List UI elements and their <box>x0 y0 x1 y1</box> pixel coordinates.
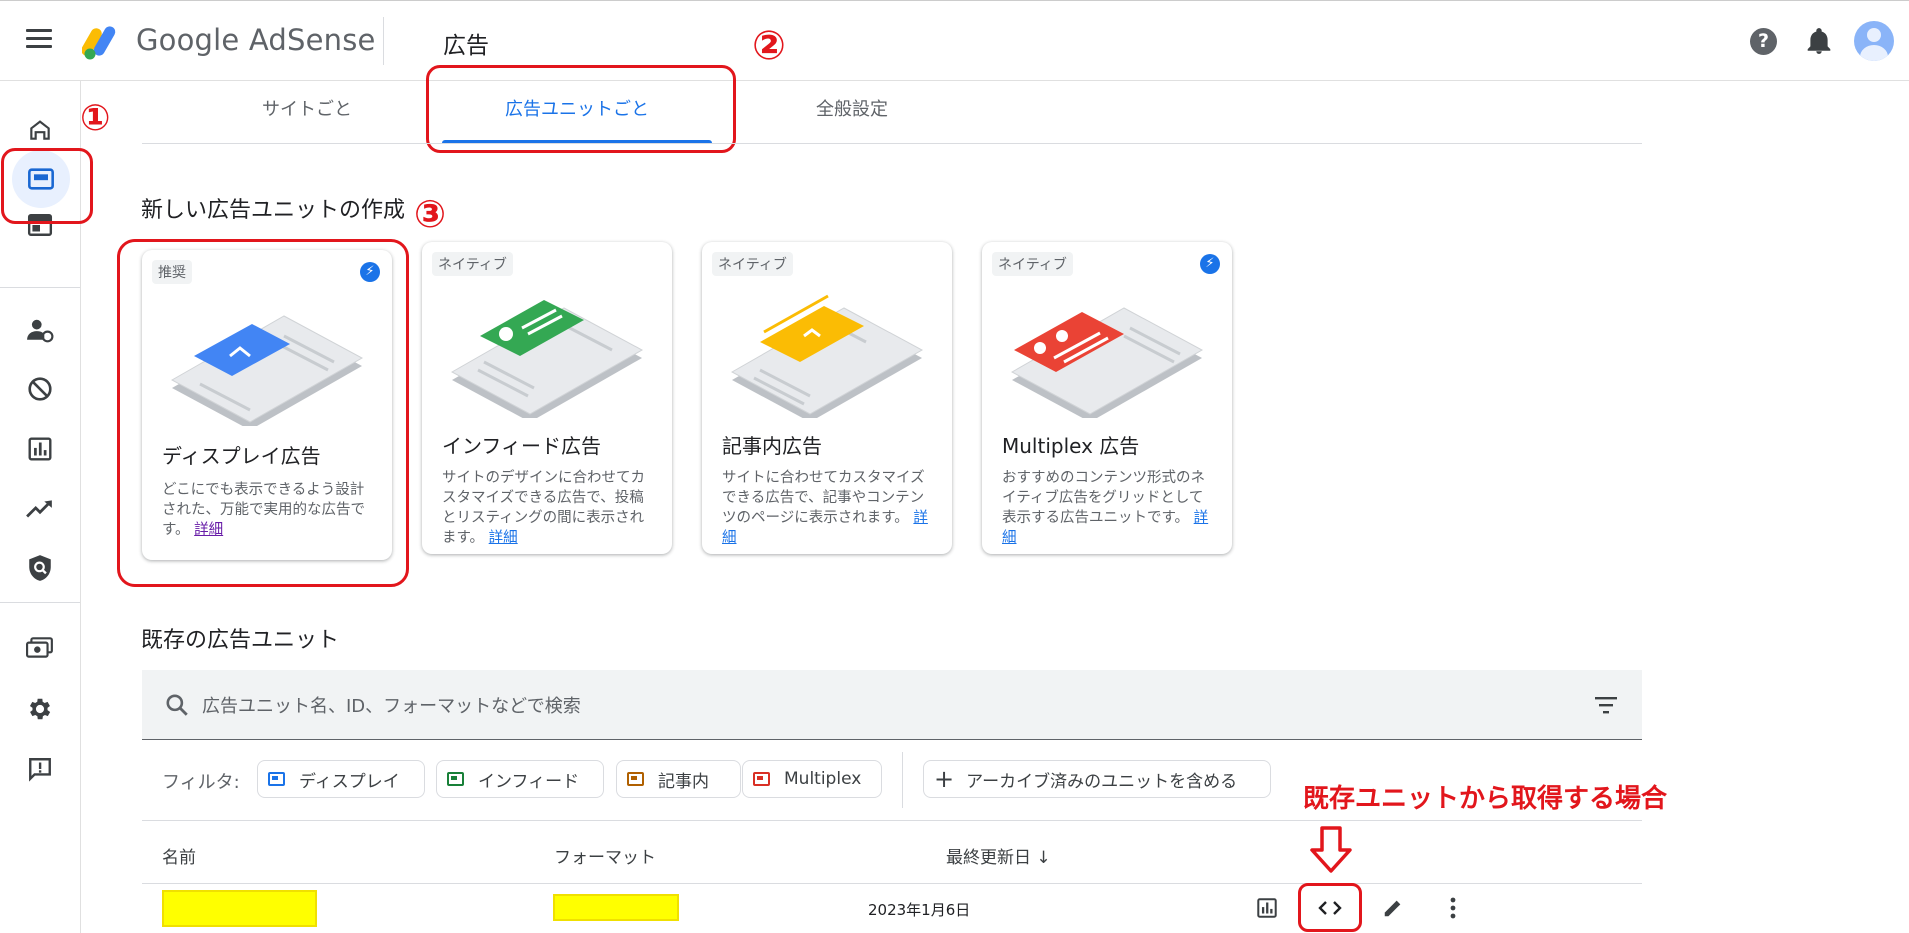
filter-list-icon[interactable] <box>1594 695 1618 715</box>
infeed-format-icon <box>447 772 464 786</box>
chip-divider <box>902 752 903 808</box>
card-description: どこにでも表示できるよう設計された、万能で実用的な広告です。 詳細 <box>162 482 365 538</box>
chip-label: ディスプレイ <box>299 771 400 792</box>
brand-safety-icon[interactable] <box>20 548 60 588</box>
chip-label: アーカイブ済みのユニットを含める <box>966 771 1238 792</box>
card-infeed-ad[interactable]: ネイティブ インフィード広告 サイトのデザインに合わせてカスタマイズできる広告で… <box>422 242 672 554</box>
card-badge: ネイティブ <box>992 252 1073 276</box>
table-header: 名前 フォーマット 最終更新日 ↓ <box>142 820 1642 884</box>
last-updated-date: 2023年1月6日 <box>868 901 971 919</box>
card-title: インフィード広告 <box>442 434 601 458</box>
card-display-ad[interactable]: 推奨 ⚡ ディスプレイ広告 どこにでも表示できるよう設計された、万能で実用的な広… <box>142 250 392 560</box>
page-title: 広告 <box>443 33 489 59</box>
payments-icon[interactable] <box>20 628 60 668</box>
chip-label: Multiplex <box>784 769 862 789</box>
tab-bar: サイトごと 広告ユニットごと 全般設定 <box>142 81 1642 144</box>
notifications-icon[interactable] <box>1806 27 1832 55</box>
display-ad-illustration-icon <box>170 315 364 426</box>
bolt-icon: ⚡ <box>360 262 380 282</box>
chip-include-archived[interactable]: + アーカイブ済みのユニットを含める <box>923 760 1271 798</box>
card-multiplex-ad[interactable]: ネイティブ ⚡ Multiplex 広告 おすすめのコンテンツ形式のネイティブ広… <box>982 242 1232 554</box>
trending-icon[interactable] <box>20 489 60 529</box>
column-format[interactable]: フォーマット <box>554 843 656 868</box>
ad-unit-search[interactable]: 広告ユニット名、ID、フォーマットなどで検索 <box>142 670 1642 740</box>
redacted-format <box>553 894 679 921</box>
search-input[interactable]: 広告ユニット名、ID、フォーマットなどで検索 <box>202 692 581 718</box>
top-app-bar: Google AdSense 広告 ? <box>0 0 1909 81</box>
existing-section-title: 既存の広告ユニット <box>141 628 340 653</box>
column-name[interactable]: 名前 <box>162 843 196 868</box>
add-icon: + <box>934 765 955 793</box>
card-title: ディスプレイ広告 <box>162 444 321 468</box>
card-badge: ネイティブ <box>712 252 793 276</box>
tab-by-site[interactable]: サイトごと <box>242 81 372 143</box>
annotation-step-1: ① <box>80 98 111 139</box>
card-description: おすすめのコンテンツ形式のネイティブ広告をグリッドとして表示する広告ユニットです… <box>1002 470 1209 546</box>
column-last-updated[interactable]: 最終更新日 ↓ <box>946 843 1051 868</box>
block-icon[interactable] <box>20 369 60 409</box>
in-article-ad-illustration-icon <box>730 294 924 418</box>
card-description: サイトに合わせてカスタマイズできる広告で、記事やコンテンツのページに表示されます… <box>722 470 928 546</box>
avatar[interactable] <box>1854 21 1894 61</box>
annotation-step-3: ③ <box>414 192 447 236</box>
tab-global-settings[interactable]: 全般設定 <box>782 81 922 143</box>
table-row[interactable]: 2023年1月6日 <box>142 884 1642 933</box>
search-icon <box>166 694 188 716</box>
chip-in-article[interactable]: 記事内 <box>616 760 741 798</box>
annotation-box-sidebar <box>1 148 93 224</box>
create-section-title: 新しい広告ユニットの作成 <box>141 198 406 223</box>
tab-by-ad-unit[interactable]: 広告ユニットごと <box>442 81 712 143</box>
annotation-down-arrow-icon <box>1310 826 1352 873</box>
chip-label: インフィード <box>478 771 580 792</box>
card-description: サイトのデザインに合わせてカスタマイズできる広告で、投稿とリスティングの間に表示… <box>442 470 645 546</box>
chip-display[interactable]: ディスプレイ <box>257 760 425 798</box>
brand-name: Google AdSense <box>136 23 376 57</box>
card-details-link[interactable]: 詳細 <box>194 522 223 538</box>
filter-label: フィルタ: <box>162 772 240 793</box>
feedback-icon[interactable] <box>20 749 60 789</box>
multiplex-ad-illustration-icon <box>1010 307 1204 418</box>
chip-infeed[interactable]: インフィード <box>436 760 604 798</box>
card-in-article-ad[interactable]: ネイティブ 記事内広告 サイトに合わせてカスタマイズできる広告で、記事やコンテン… <box>702 242 952 554</box>
infeed-ad-illustration-icon <box>450 300 644 418</box>
card-details-link[interactable]: 詳細 <box>489 530 518 546</box>
bolt-icon: ⚡ <box>1200 254 1220 274</box>
in-article-format-icon <box>627 772 644 786</box>
privacy-messaging-icon[interactable] <box>20 310 60 350</box>
chip-multiplex[interactable]: Multiplex <box>742 760 882 798</box>
edit-icon[interactable] <box>1379 894 1407 922</box>
display-format-icon <box>268 772 285 786</box>
menu-icon[interactable] <box>26 29 52 51</box>
sidebar-divider <box>0 287 80 288</box>
annotation-note: 既存ユニットから取得する場合 <box>1303 784 1668 814</box>
redacted-ad-unit-name <box>162 890 317 927</box>
reports-icon[interactable] <box>20 429 60 469</box>
chip-label: 記事内 <box>658 771 709 792</box>
card-title: 記事内広告 <box>722 434 822 458</box>
home-icon[interactable] <box>20 110 60 150</box>
help-icon[interactable]: ? <box>1750 28 1777 55</box>
annotation-box-get-code <box>1298 883 1362 932</box>
annotation-step-2: ② <box>752 23 786 69</box>
card-badge: 推奨 <box>152 260 192 284</box>
more-vert-icon[interactable] <box>1439 894 1467 922</box>
report-icon[interactable] <box>1253 894 1281 922</box>
card-title: Multiplex 広告 <box>1002 434 1140 458</box>
adsense-logo-icon <box>82 26 116 60</box>
sidebar-divider <box>0 602 80 603</box>
brand-divider <box>383 17 384 65</box>
card-badge: ネイティブ <box>432 252 513 276</box>
settings-icon[interactable] <box>20 689 60 729</box>
multiplex-format-icon <box>753 772 770 786</box>
